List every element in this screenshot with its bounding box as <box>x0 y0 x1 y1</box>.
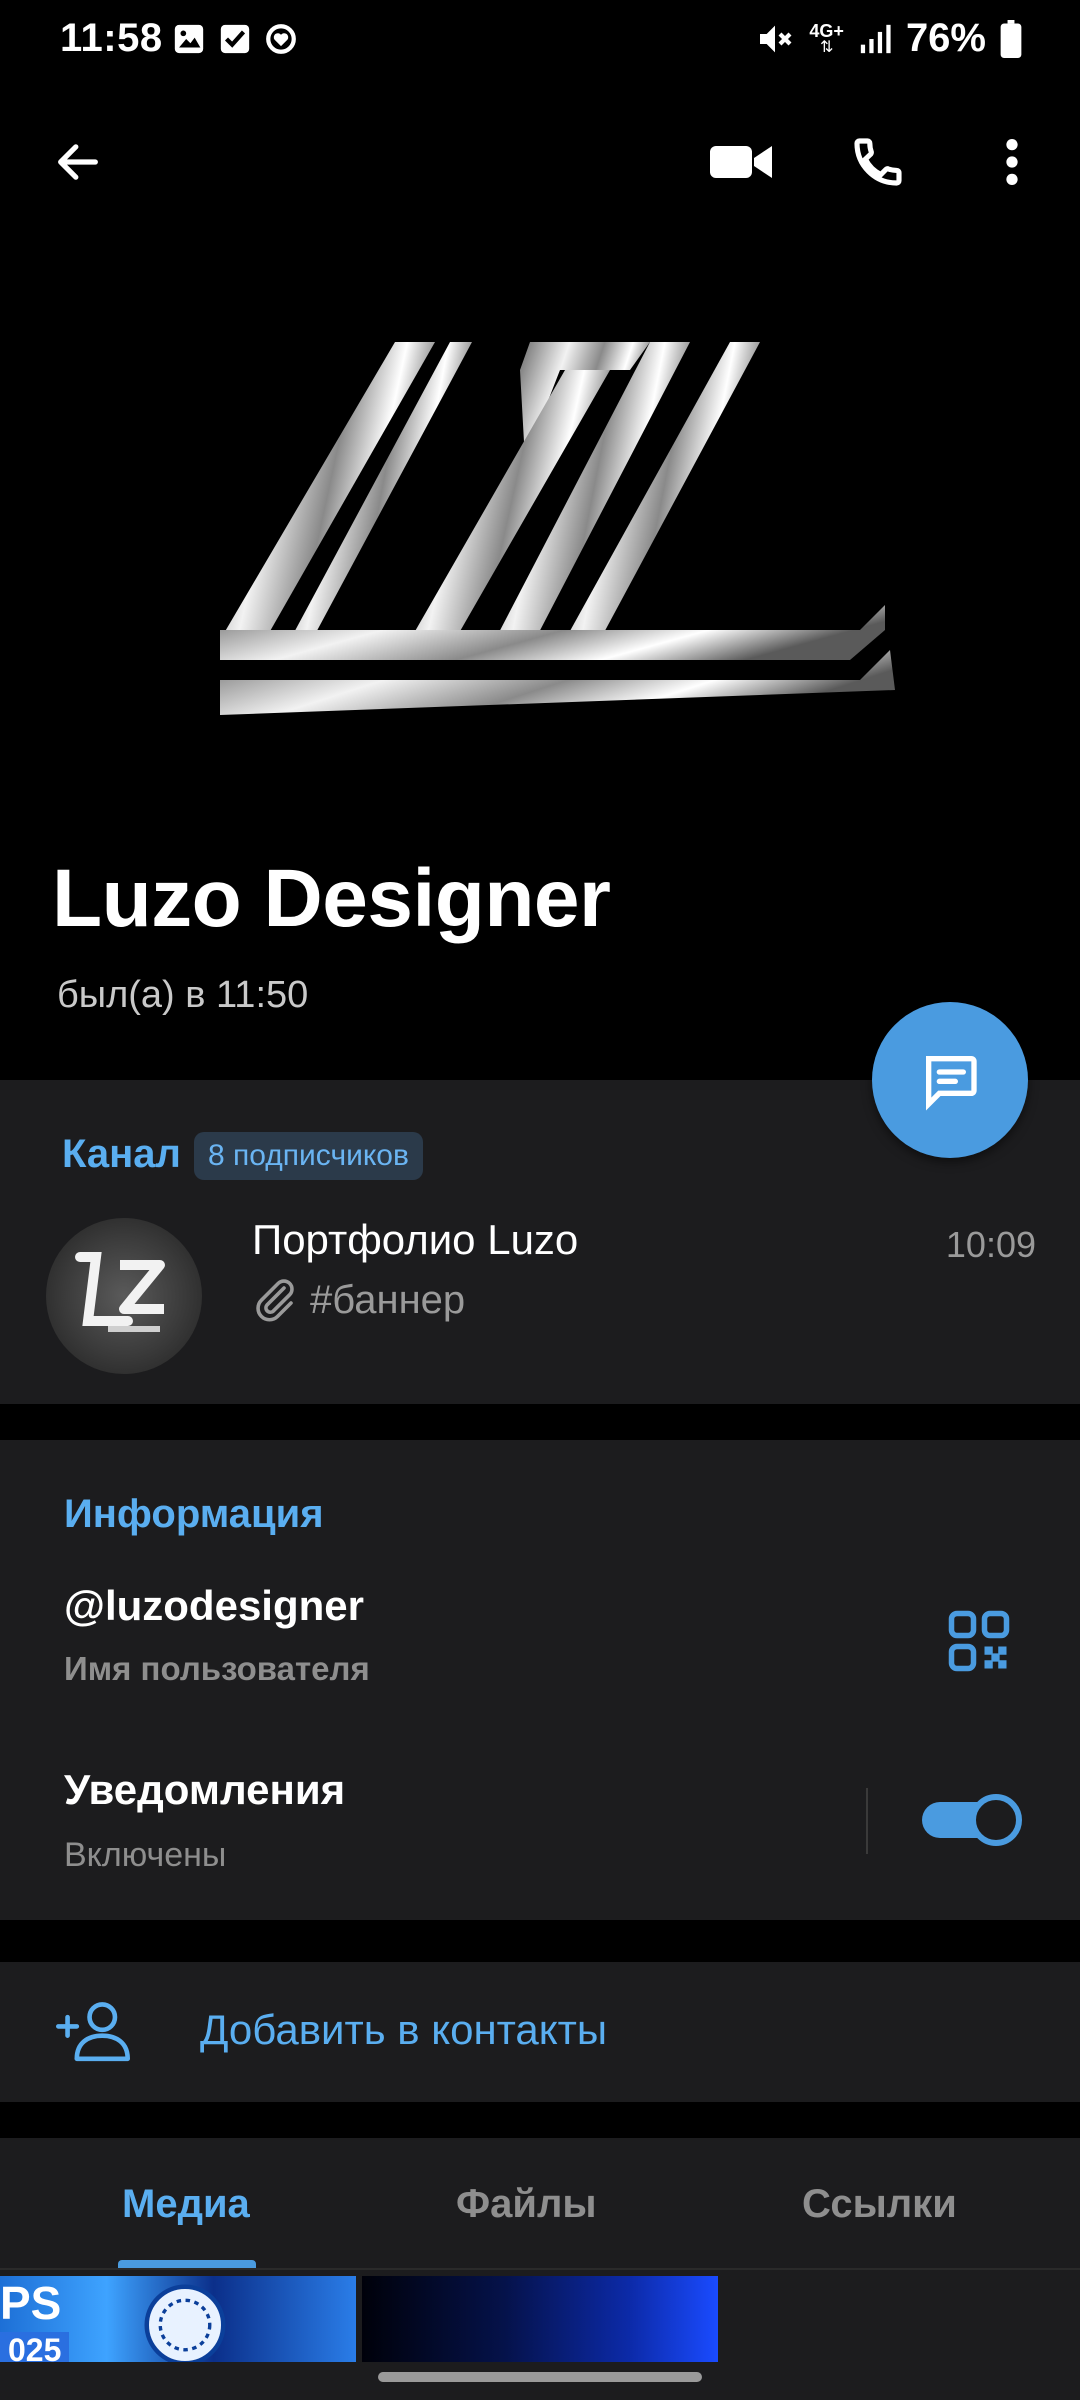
signal-icon <box>860 24 891 53</box>
channel-avatar <box>46 1218 202 1374</box>
channel-label: Канал <box>62 1132 181 1176</box>
battery-icon <box>1000 19 1022 58</box>
notifications-title: Уведомления <box>64 1766 346 1813</box>
paperclip-icon <box>256 1279 294 1322</box>
top-app-bar <box>0 110 1080 210</box>
notifications-toggle[interactable] <box>922 1792 1022 1848</box>
back-button[interactable] <box>46 130 110 194</box>
tab-files[interactable]: Файлы <box>456 2182 597 2227</box>
tab-media[interactable]: Медиа <box>122 2182 250 2227</box>
add-contact-label: Добавить в контакты <box>200 2006 608 2053</box>
username-caption: Имя пользователя <box>64 1650 370 1687</box>
battery-percent: 76% <box>905 16 986 60</box>
media-thumbnail-subtext: 025 <box>0 2332 70 2362</box>
status-system-icons: 4G+ ⇅ 76% <box>755 16 1022 61</box>
add-contact-row[interactable]: Добавить в контакты <box>0 1962 1080 2102</box>
username: @luzodesigner <box>64 1582 364 1629</box>
info-heading: Информация <box>64 1492 324 1536</box>
profile-logo[interactable] <box>220 330 900 720</box>
channel-logo-icon <box>75 1252 165 1332</box>
voice-call-button[interactable] <box>846 130 910 194</box>
media-thumbnail[interactable]: PS 025 <box>0 2276 356 2362</box>
tabs-divider <box>0 2268 1080 2270</box>
back-arrow-icon <box>58 144 98 180</box>
channel-preview-tag: #баннер <box>310 1277 466 1322</box>
shared-media-section: Медиа Файлы Ссылки PS 025 <box>0 2138 1080 2400</box>
status-bar: 11:58 4G+ ⇅ 76% <box>0 0 1080 80</box>
gallery-icon <box>174 24 204 54</box>
phone-icon <box>854 138 902 186</box>
video-call-icon <box>710 146 772 178</box>
heart-circle-icon <box>266 24 296 54</box>
subscribers-badge: 8 подписчиков <box>194 1132 423 1180</box>
toggle-knob <box>970 1794 1022 1846</box>
add-contact-icon <box>56 2002 130 2062</box>
tab-links[interactable]: Ссылки <box>802 2182 957 2227</box>
qr-code-button[interactable] <box>946 1608 1012 1674</box>
status-time: 11:58 <box>60 16 163 60</box>
info-section: Информация @luzodesigner Имя пользовател… <box>0 1440 1080 1920</box>
send-message-button[interactable] <box>872 1002 1028 1158</box>
qr-code-icon <box>948 1610 1010 1672</box>
media-thumbnail-text: PS <box>0 2277 62 2329</box>
media-thumbnail[interactable] <box>362 2276 718 2362</box>
notifications-state: Включены <box>64 1836 227 1874</box>
checkbox-icon <box>220 24 250 54</box>
badge-emblem-icon <box>144 2284 226 2362</box>
mute-icon <box>760 25 792 52</box>
more-options-button[interactable] <box>980 130 1044 194</box>
network-indicator: 4G+ ⇅ <box>809 20 844 56</box>
channel-preview: #баннер <box>250 1276 465 1324</box>
message-icon <box>926 1056 977 1111</box>
vertical-divider <box>866 1788 868 1854</box>
active-tab-indicator <box>118 2260 256 2268</box>
more-vertical-icon <box>1006 139 1018 185</box>
channel-title: Портфолио Luzo <box>252 1216 579 1263</box>
status-notification-icons <box>172 22 298 56</box>
channel-time: 10:09 <box>945 1224 1036 1265</box>
profile-last-seen: был(а) в 11:50 <box>57 974 309 1016</box>
profile-name: Luzo Designer <box>52 853 611 944</box>
video-call-button[interactable] <box>710 130 774 194</box>
home-indicator <box>378 2372 702 2382</box>
